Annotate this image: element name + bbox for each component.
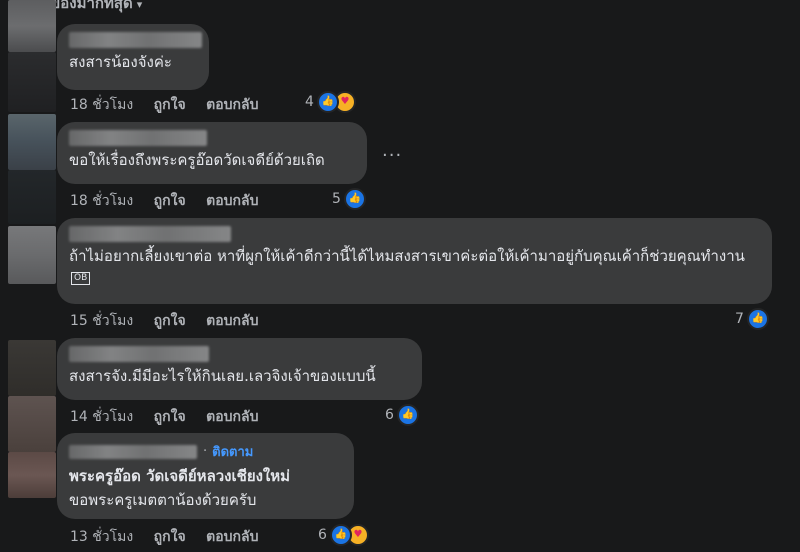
- comment-bubble: สงสารจัง.มีมีอะไรให้กินเลย.เลวจิงเจ้าของ…: [57, 338, 422, 400]
- reaction-count: 5: [332, 191, 341, 207]
- comment-text: ถ้าไม่อยากเลี้ยงเขาต่อ หาที่ผูกให้เค้าดี…: [69, 245, 759, 289]
- comment-actions: 14 ชั่วโมง ถูกใจ ตอบกลับ: [70, 406, 274, 428]
- comment-text: สงสารน้องจังค่ะ: [69, 53, 172, 71]
- comment-actions: 15 ชั่วโมง ถูกใจ ตอบกลับ: [70, 310, 274, 332]
- reaction-count: 7: [735, 311, 744, 327]
- avatar[interactable]: [8, 0, 56, 52]
- reply-button[interactable]: ตอบกลับ: [206, 97, 258, 113]
- reaction-summary[interactable]: 6 👍: [385, 404, 419, 426]
- comment-bubble: · ติดตาม พระครูอ๊อด วัดเจดีย์หลวงเชียงให…: [57, 433, 354, 519]
- avatar[interactable]: [8, 170, 56, 224]
- comment-time[interactable]: 18 ชั่วโมง: [70, 97, 133, 113]
- comments-panel: ของมากที่สุด ▾ สงสารน้องจังค่ะ 18 ชั่วโมง…: [0, 0, 800, 552]
- sort-label: ของมากที่สุด: [50, 0, 133, 12]
- like-button[interactable]: ถูกใจ: [154, 313, 186, 329]
- reaction-summary[interactable]: 4 👍 ♥: [305, 91, 356, 113]
- like-icon: 👍: [396, 404, 419, 426]
- reply-button[interactable]: ตอบกลับ: [206, 409, 258, 425]
- reaction-summary[interactable]: 7 👍: [735, 308, 769, 330]
- comment-text: ขอให้เรื่องถึงพระครูอ๊อดวัดเจดีย์ด้วยเถิ…: [69, 151, 325, 169]
- commenter-name[interactable]: [69, 226, 231, 242]
- like-icon: 👍: [343, 188, 366, 210]
- comment-time[interactable]: 18 ชั่วโมง: [70, 193, 133, 209]
- reaction-count: 6: [385, 407, 394, 423]
- comment-text-body: ถ้าไม่อยากเลี้ยงเขาต่อ หาที่ผูกให้เค้าดี…: [69, 247, 745, 265]
- like-icon: 👍: [316, 91, 339, 113]
- commenter-name[interactable]: [69, 130, 207, 146]
- commenter-name[interactable]: [69, 346, 209, 362]
- comment-text: พระครูอ๊อด วัดเจดีย์หลวงเชียงใหม่: [69, 467, 291, 485]
- comment-bubble: ถ้าไม่อยากเลี้ยงเขาต่อ หาที่ผูกให้เค้าดี…: [57, 218, 772, 304]
- like-icon: 👍: [746, 308, 769, 330]
- comment-text: สงสารจัง.มีมีอะไรให้กินเลย.เลวจิงเจ้าของ…: [69, 367, 376, 385]
- comment-bubble: ขอให้เรื่องถึงพระครูอ๊อดวัดเจดีย์ด้วยเถิ…: [57, 122, 367, 184]
- like-button[interactable]: ถูกใจ: [154, 409, 186, 425]
- reaction-summary[interactable]: 6 👍 ♥: [318, 524, 369, 546]
- commenter-name[interactable]: [69, 444, 197, 459]
- like-button[interactable]: ถูกใจ: [154, 193, 186, 209]
- follow-link[interactable]: ติดตาม: [212, 441, 253, 462]
- commenter-row: · ติดตาม: [69, 441, 342, 462]
- comment-actions: 13 ชั่วโมง ถูกใจ ตอบกลับ: [70, 526, 274, 548]
- avatar[interactable]: [8, 340, 56, 396]
- comment-time[interactable]: 15 ชั่วโมง: [70, 313, 133, 329]
- comment-bubble: สงสารน้องจังค่ะ: [57, 24, 209, 90]
- comment-text-line-2: ขอพระครูเมตตาน้องด้วยครับ: [69, 491, 257, 509]
- sort-dropdown[interactable]: ของมากที่สุด ▾: [50, 0, 142, 15]
- ob-emoji-icon: OB: [71, 272, 91, 285]
- reply-button[interactable]: ตอบกลับ: [206, 529, 258, 545]
- avatar[interactable]: [8, 52, 56, 112]
- reply-button[interactable]: ตอบกลับ: [206, 313, 258, 329]
- like-button[interactable]: ถูกใจ: [154, 97, 186, 113]
- reply-button[interactable]: ตอบกลับ: [206, 193, 258, 209]
- more-options-icon[interactable]: ...: [382, 140, 402, 161]
- reaction-count: 6: [318, 527, 327, 543]
- avatar[interactable]: [8, 396, 56, 452]
- avatar[interactable]: [8, 226, 56, 284]
- avatar[interactable]: [8, 452, 56, 498]
- comment-time[interactable]: 14 ชั่วโมง: [70, 409, 133, 425]
- chevron-down-icon: ▾: [136, 0, 143, 11]
- avatar[interactable]: [8, 114, 56, 170]
- like-icon: 👍: [329, 524, 352, 546]
- comment-actions: 18 ชั่วโมง ถูกใจ ตอบกลับ: [70, 94, 274, 116]
- separator: ·: [203, 444, 208, 459]
- reaction-summary[interactable]: 5 👍: [332, 188, 366, 210]
- like-button[interactable]: ถูกใจ: [154, 529, 186, 545]
- commenter-name[interactable]: [69, 32, 202, 48]
- comment-actions: 18 ชั่วโมง ถูกใจ ตอบกลับ: [70, 190, 274, 212]
- comment-time[interactable]: 13 ชั่วโมง: [70, 529, 133, 545]
- reaction-count: 4: [305, 94, 314, 110]
